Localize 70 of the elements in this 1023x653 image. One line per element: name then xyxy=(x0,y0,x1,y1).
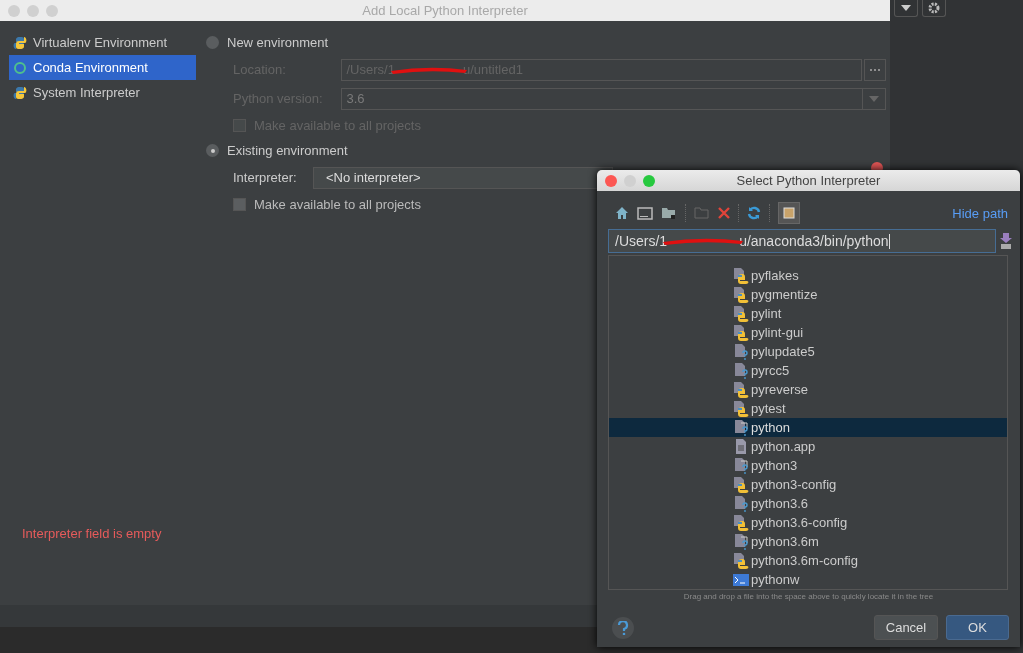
file-item[interactable]: python3 xyxy=(609,456,1007,475)
ok-button[interactable]: OK xyxy=(946,615,1009,640)
window-title: Select Python Interpreter xyxy=(736,173,881,188)
file-item[interactable]: pylupdate5 xyxy=(609,342,1007,361)
file-item[interactable]: python3.6m-config xyxy=(609,551,1007,570)
python-icon xyxy=(13,85,27,100)
python-file-icon xyxy=(733,514,749,531)
file-item[interactable]: pytest xyxy=(609,399,1007,418)
hide-path-link[interactable]: Hide path xyxy=(952,205,1008,221)
settings-icon xyxy=(928,2,940,14)
file-item[interactable]: pyreverse xyxy=(609,380,1007,399)
ellipsis-icon xyxy=(870,68,881,71)
error-message: Interpreter field is empty xyxy=(22,526,162,541)
sidebar-item[interactable]: Conda Environment xyxy=(9,55,196,80)
radio-button[interactable]: Existing environment xyxy=(206,138,348,163)
refresh-icon[interactable] xyxy=(747,206,761,220)
settings-button[interactable] xyxy=(922,0,946,17)
file-item[interactable]: python3.6m xyxy=(609,532,1007,551)
window-title: Add Local Python Interpreter xyxy=(362,3,528,18)
python-file-icon xyxy=(733,267,749,284)
python-file-icon xyxy=(733,324,749,341)
file-item[interactable]: python3.6-config xyxy=(609,513,1007,532)
document-icon xyxy=(733,438,749,455)
question-icon xyxy=(617,620,629,635)
terminal-icon xyxy=(733,571,749,588)
caret-icon xyxy=(869,95,879,102)
unknown-file-icon xyxy=(733,343,749,360)
python-file-icon xyxy=(733,305,749,322)
linked-file-icon xyxy=(733,533,749,550)
ring-icon xyxy=(13,60,27,75)
interpreter-dropdown[interactable]: <No interpreter> xyxy=(313,166,613,189)
folder-icon[interactable] xyxy=(661,206,677,220)
help-button[interactable] xyxy=(612,616,634,639)
download-icon[interactable] xyxy=(1000,233,1012,249)
toggle-button[interactable] xyxy=(778,202,800,224)
linked-file-icon xyxy=(733,457,749,474)
checkbox[interactable]: Make available to all projects xyxy=(206,192,421,217)
path-field[interactable]: /Users/1 u/anaconda3/bin/python xyxy=(608,229,997,253)
cancel-button[interactable]: Cancel xyxy=(874,615,938,640)
file-item[interactable]: pygmentize xyxy=(609,285,1007,304)
python-file-icon xyxy=(733,381,749,398)
python-icon xyxy=(13,35,27,50)
file-item[interactable]: python3-config xyxy=(609,475,1007,494)
hint-text: Drag and drop a file into the space above to quickly locate it in the tree xyxy=(682,591,935,601)
file-item[interactable]: pythonw xyxy=(609,570,1007,589)
field-label: Interpreter: xyxy=(233,170,298,185)
linked-file-icon xyxy=(733,419,749,436)
file-item[interactable]: python.app xyxy=(609,437,1007,456)
square-icon xyxy=(783,207,795,219)
file-item[interactable]: pylint xyxy=(609,304,1007,323)
browse-button[interactable] xyxy=(864,58,886,81)
unknown-file-icon xyxy=(733,495,749,512)
sidebar-item[interactable]: Virtualenv Environment xyxy=(9,30,196,55)
file-item[interactable]: pyflakes xyxy=(609,266,1007,285)
python-file-icon xyxy=(733,400,749,417)
sidebar-item[interactable]: System Interpreter xyxy=(9,80,196,105)
file-item[interactable]: python3.6 xyxy=(609,494,1007,513)
python-file-icon xyxy=(733,476,749,493)
delete-icon[interactable] xyxy=(718,207,730,219)
caret-icon xyxy=(901,5,911,11)
close-button[interactable] xyxy=(605,174,617,187)
python-file-icon xyxy=(733,286,749,303)
unknown-file-icon xyxy=(733,362,749,379)
window-icon[interactable] xyxy=(637,206,653,220)
home-icon[interactable] xyxy=(615,206,629,220)
file-item[interactable]: pylint-gui xyxy=(609,323,1007,342)
python-file-icon xyxy=(733,552,749,569)
file-item[interactable]: python xyxy=(609,418,1007,437)
file-item[interactable]: pyrcc5 xyxy=(609,361,1007,380)
dropdown-button[interactable] xyxy=(894,0,918,17)
